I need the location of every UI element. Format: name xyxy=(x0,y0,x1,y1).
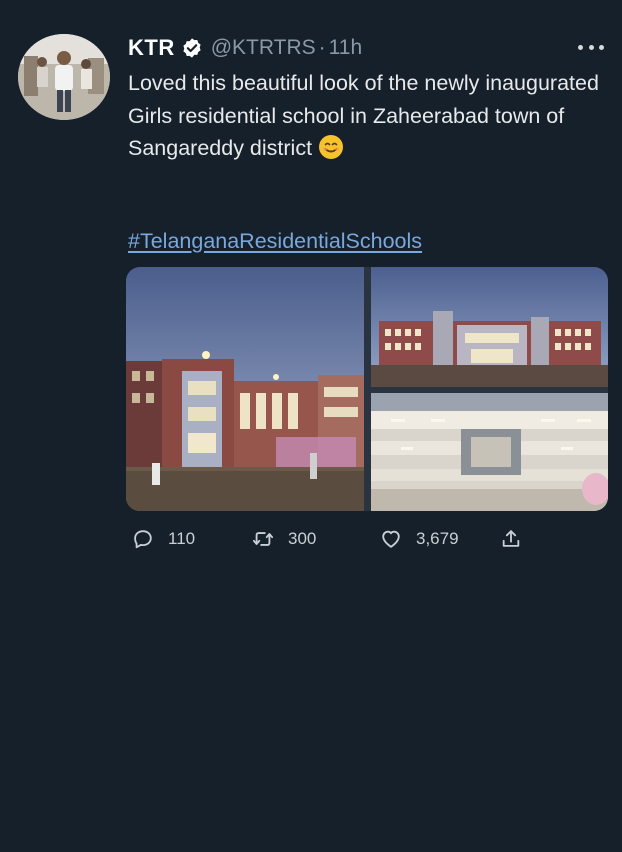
avatar[interactable] xyxy=(18,34,110,120)
like-button[interactable]: 3,679 xyxy=(380,524,459,554)
dot xyxy=(578,44,583,50)
separator-dot: · xyxy=(318,36,326,59)
reply-button[interactable]: 110 xyxy=(132,524,195,554)
share-button[interactable] xyxy=(500,524,522,554)
heart-icon xyxy=(382,530,400,548)
share-icon xyxy=(502,530,520,547)
reply-icon xyxy=(134,530,152,549)
verified-badge-icon xyxy=(181,37,203,59)
author-name[interactable]: KTR xyxy=(128,35,175,61)
school-front-facade-photo[interactable] xyxy=(371,267,608,387)
tweet-actions: 110 300 3,679 xyxy=(128,524,548,554)
school-exterior-dusk-photo[interactable] xyxy=(126,267,364,511)
more-options-icon[interactable] xyxy=(578,40,604,54)
retweet-count: 300 xyxy=(288,529,317,548)
school-courtyard-interior-photo[interactable] xyxy=(371,393,608,511)
tweet-text: Loved this beautiful look of the newly i… xyxy=(128,67,606,165)
hashtag-link[interactable]: #TelanganaResidentialSchools xyxy=(128,229,422,254)
media-grid xyxy=(126,267,608,511)
dot xyxy=(588,44,594,50)
retweet-button[interactable]: 300 xyxy=(252,524,316,554)
retweet-icon xyxy=(252,532,274,546)
reply-count: 110 xyxy=(168,529,196,548)
tweet[interactable]: KTR @KTRTRS · 11h Loved this beautiful l… xyxy=(0,0,622,852)
like-count: 3,679 xyxy=(416,529,459,548)
tweet-header: KTR @KTRTRS · 11h xyxy=(128,34,362,62)
tweet-text-body: Loved this beautiful look of the newly i… xyxy=(128,71,599,160)
smiling-face-emoji xyxy=(318,134,344,160)
tweet-timestamp[interactable]: 11h xyxy=(329,36,362,60)
dot xyxy=(599,44,604,50)
author-handle[interactable]: @KTRTRS xyxy=(211,36,316,60)
